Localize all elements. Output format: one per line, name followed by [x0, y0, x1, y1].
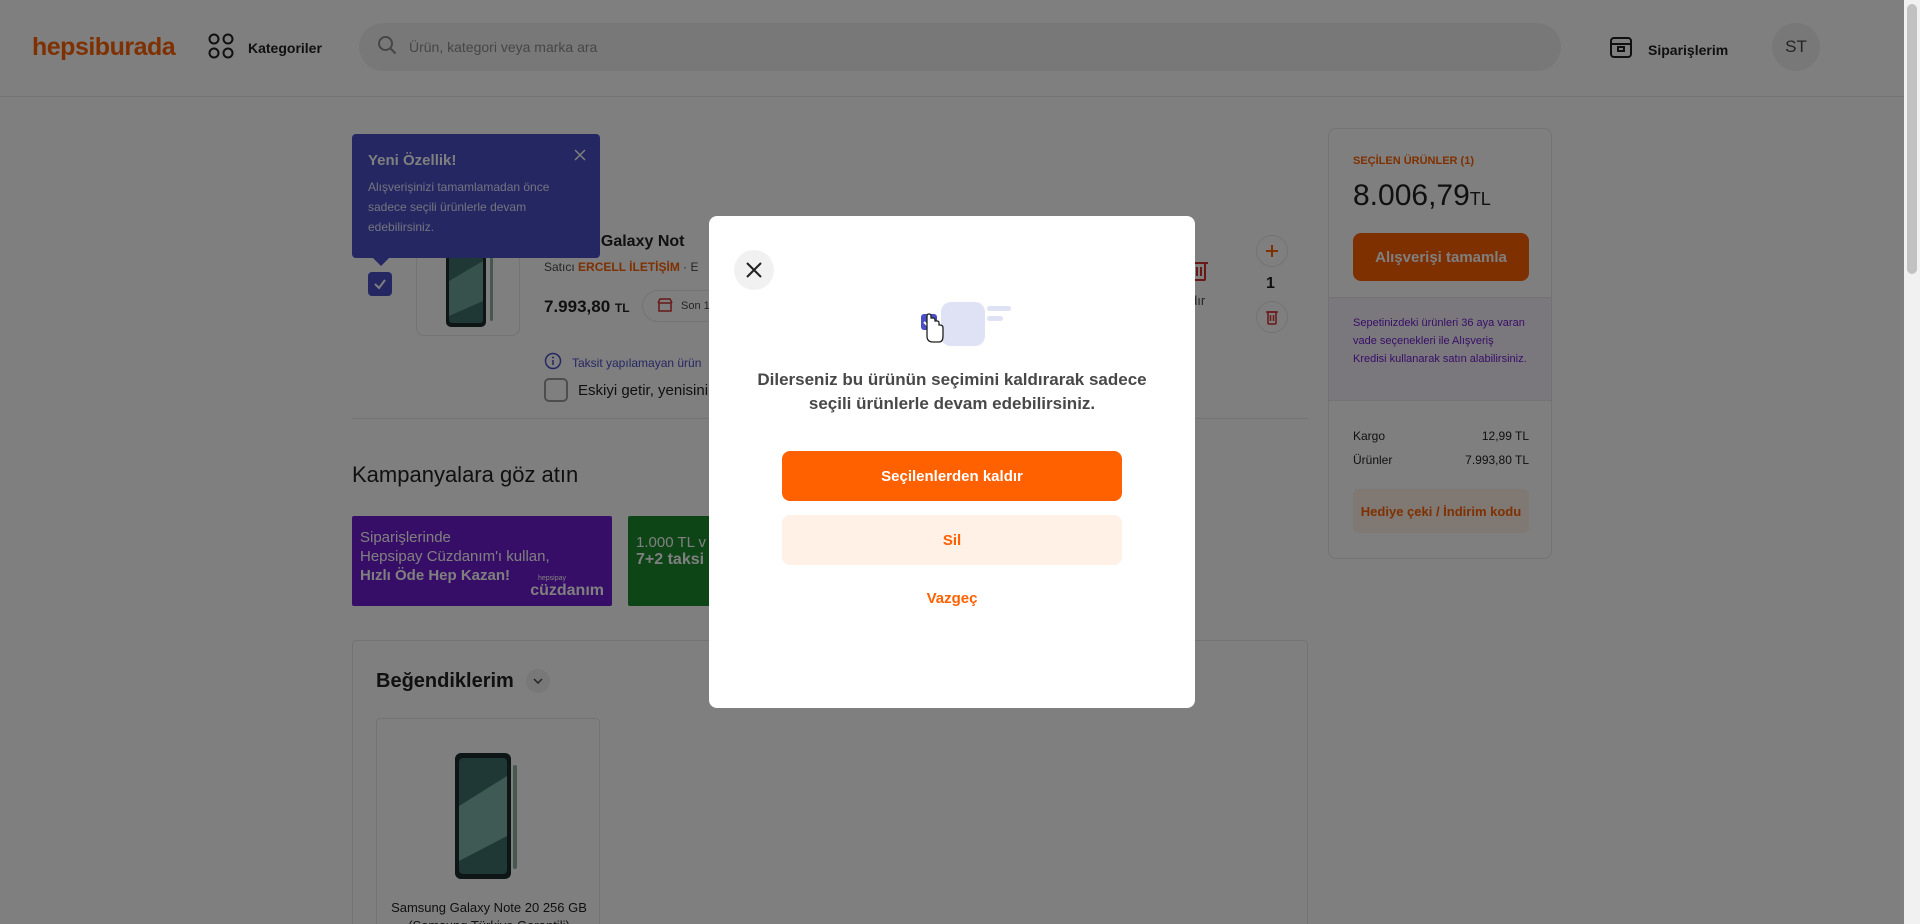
cancel-button[interactable]: Vazgeç: [782, 578, 1122, 618]
selection-illustration-icon: [895, 296, 1011, 359]
close-icon: [746, 262, 762, 278]
deselect-modal: Dilerseniz bu ürünün seçimini kaldırarak…: [709, 216, 1195, 708]
modal-close-button[interactable]: [734, 250, 774, 290]
modal-message: Dilerseniz bu ürünün seçimini kaldırarak…: [757, 370, 1147, 413]
scrollbar-thumb[interactable]: [1907, 4, 1917, 274]
page-scrollbar[interactable]: [1904, 0, 1920, 924]
delete-button[interactable]: Sil: [782, 515, 1122, 565]
remove-from-selected-button[interactable]: Seçilenlerden kaldır: [782, 451, 1122, 501]
